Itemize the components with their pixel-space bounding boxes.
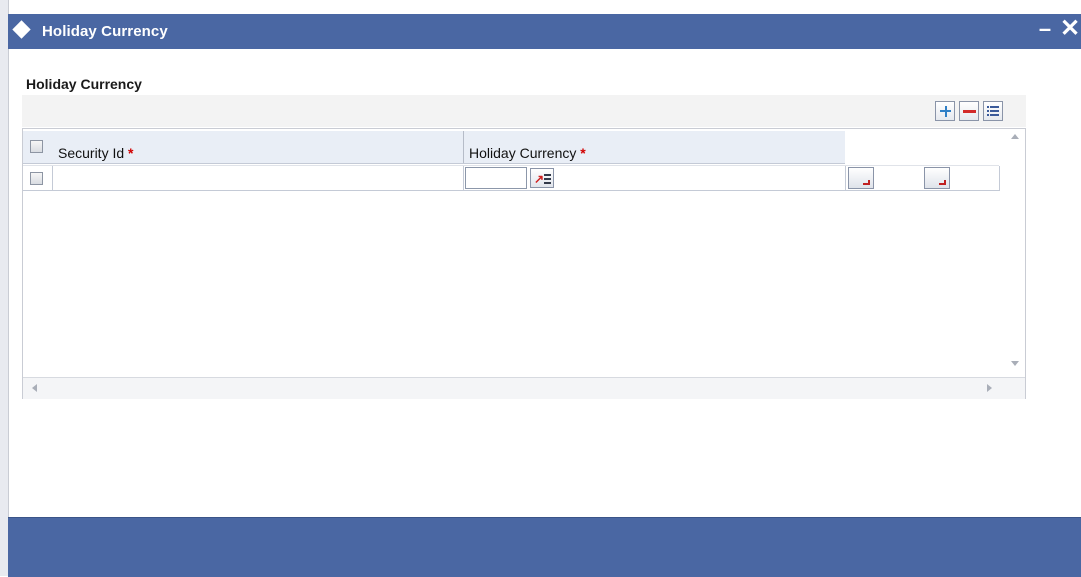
horizontal-scrollbar[interactable]: [23, 377, 1025, 399]
row-detail-button[interactable]: [924, 167, 950, 189]
add-row-button[interactable]: [935, 101, 955, 121]
required-marker: *: [580, 145, 586, 161]
row-select-checkbox[interactable]: [30, 172, 43, 185]
section-title: Holiday Currency: [26, 76, 142, 92]
grid-header: Security Id * Holiday Currency *: [23, 131, 845, 164]
holiday-currency-window: Holiday Currency – ✕ Holiday Currency Se…: [0, 0, 1081, 577]
scroll-up-arrow-icon[interactable]: [1011, 134, 1019, 139]
window-title: Holiday Currency: [42, 23, 168, 40]
footer-bar: [8, 517, 1081, 577]
minimize-button[interactable]: –: [1038, 16, 1052, 42]
grid-toolbar: [22, 95, 1026, 127]
column-header-security-id[interactable]: Security Id *: [58, 145, 133, 161]
vertical-scrollbar[interactable]: [1005, 129, 1025, 377]
expand-corner-icon: [863, 180, 870, 185]
lov-arrow-icon: ↗: [534, 172, 545, 186]
scroll-left-arrow-icon[interactable]: [32, 384, 37, 392]
currency-lov-button[interactable]: ↗: [530, 168, 554, 188]
title-bar[interactable]: Holiday Currency – ✕: [8, 14, 1081, 49]
column-separator: [463, 131, 464, 163]
holiday-currency-grid: Security Id * Holiday Currency * ↗: [22, 128, 1026, 399]
row-detail-button[interactable]: [848, 167, 874, 189]
single-view-button[interactable]: [983, 101, 1003, 121]
required-marker: *: [128, 145, 134, 161]
holiday-currency-input[interactable]: [465, 167, 527, 189]
scroll-down-arrow-icon[interactable]: [1011, 361, 1019, 366]
diamond-icon: [12, 20, 31, 39]
lov-list-icon: [544, 174, 551, 186]
delete-row-button[interactable]: [959, 101, 979, 121]
select-all-checkbox[interactable]: [30, 140, 43, 153]
expand-corner-icon: [939, 180, 946, 185]
column-header-holiday-currency[interactable]: Holiday Currency *: [469, 145, 586, 161]
window-left-edge: [0, 0, 9, 576]
table-row: ↗: [23, 165, 1000, 191]
scroll-right-arrow-icon[interactable]: [987, 384, 992, 392]
close-button[interactable]: ✕: [1060, 14, 1080, 43]
